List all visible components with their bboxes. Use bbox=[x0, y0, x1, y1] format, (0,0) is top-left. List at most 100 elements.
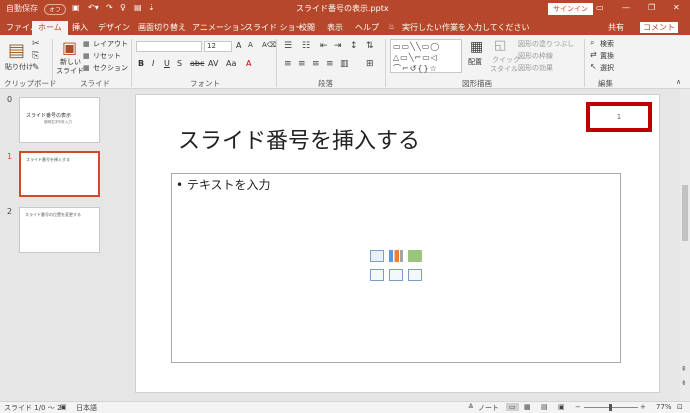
signin-button[interactable]: サインイン bbox=[548, 3, 593, 15]
shadow-icon[interactable]: S bbox=[177, 59, 182, 68]
shape-effects-button[interactable]: 図形の効果 bbox=[518, 63, 553, 73]
share-button[interactable]: 共有 bbox=[608, 22, 624, 33]
tab-animations[interactable]: アニメーション bbox=[192, 22, 248, 33]
columns-icon[interactable]: ▥ bbox=[340, 59, 349, 69]
char-spacing-icon[interactable]: AV bbox=[208, 59, 218, 68]
picture-icon[interactable] bbox=[370, 269, 384, 281]
strikethrough-icon[interactable]: abc bbox=[190, 59, 204, 68]
slide-number-placeholder[interactable]: 1 bbox=[586, 102, 652, 132]
text-direction-icon[interactable]: ⇅ bbox=[366, 41, 374, 51]
table-icon[interactable] bbox=[370, 250, 384, 262]
tab-design[interactable]: デザイン bbox=[98, 22, 130, 33]
bold-icon[interactable]: B bbox=[138, 59, 144, 68]
shrink-font-icon[interactable]: A bbox=[248, 41, 253, 49]
shapes-gallery[interactable]: ▭▭╲╲▭◯ △▭╲⌐▭◁ ⌒⌐↺{}☆ bbox=[390, 39, 462, 73]
tab-slideshow[interactable]: スライド ショー bbox=[245, 22, 304, 33]
next-slide-icon[interactable]: ⇟ bbox=[681, 379, 687, 387]
slide-sorter-icon[interactable]: ▦ bbox=[524, 403, 531, 411]
font-name-input[interactable] bbox=[136, 41, 202, 52]
save-icon[interactable]: ▣ bbox=[72, 3, 80, 12]
arrange-button[interactable]: 配置 bbox=[468, 57, 482, 67]
indent-increase-icon[interactable]: ⇥ bbox=[334, 41, 342, 51]
content-placeholder[interactable]: • テキストを入力 bbox=[171, 173, 621, 363]
zoom-out-icon[interactable]: − bbox=[575, 403, 581, 411]
tab-transitions[interactable]: 画面切り替え bbox=[138, 22, 186, 33]
spellcheck-icon[interactable]: ▣ bbox=[60, 403, 67, 411]
customize-qat-icon[interactable]: ⇣ bbox=[148, 3, 155, 12]
start-icon[interactable]: ▤ bbox=[134, 3, 142, 12]
font-color-icon[interactable]: A bbox=[246, 59, 251, 68]
align-right-icon[interactable]: ≡ bbox=[312, 59, 320, 69]
notes-button[interactable]: ノート bbox=[478, 403, 499, 413]
copy-icon[interactable]: ⎘ bbox=[32, 51, 39, 61]
shape-outline-button[interactable]: 図形の枠線 bbox=[518, 51, 553, 61]
paste-button[interactable]: 貼り付け bbox=[5, 62, 33, 72]
zoom-in-icon[interactable]: + bbox=[640, 403, 646, 411]
ribbon-display-icon[interactable]: ▭ bbox=[596, 3, 604, 12]
tab-help[interactable]: ヘルプ bbox=[355, 22, 379, 33]
cut-icon[interactable]: ✂ bbox=[32, 39, 40, 49]
thumbnail-slide-1[interactable]: スライド番号を挿入する bbox=[19, 151, 100, 197]
thumbnail-slide-0[interactable]: スライド番号の表示 説明文字列を入力 bbox=[19, 97, 100, 143]
close-icon[interactable]: ✕ bbox=[673, 3, 680, 12]
language-status[interactable]: 日本語 bbox=[76, 403, 97, 413]
slide-canvas[interactable]: スライド番号を挿入する 1 • テキストを入力 bbox=[135, 94, 660, 393]
align-center-icon[interactable]: ≡ bbox=[298, 59, 306, 69]
undo-icon[interactable]: ↶▾ bbox=[88, 3, 99, 12]
slide-title[interactable]: スライド番号を挿入する bbox=[178, 123, 420, 155]
clear-format-icon[interactable]: A⌫ bbox=[262, 41, 277, 49]
find-button[interactable]: 検索 bbox=[600, 39, 614, 49]
replace-button[interactable]: 置換 bbox=[600, 51, 614, 61]
video-icon[interactable] bbox=[408, 269, 422, 281]
tab-review[interactable]: 校閲 bbox=[299, 22, 315, 33]
font-size-input[interactable]: 12 bbox=[204, 41, 232, 52]
reset-button[interactable]: リセット bbox=[93, 51, 121, 61]
paste-icon[interactable]: ▤ bbox=[8, 41, 25, 61]
smartart-icon[interactable]: ⊞ bbox=[366, 59, 374, 69]
minimize-icon[interactable]: — bbox=[622, 3, 630, 12]
smartart-insert-icon[interactable] bbox=[408, 250, 422, 262]
new-slide-icon[interactable]: ▣ bbox=[62, 39, 77, 57]
quick-style-label-2[interactable]: スタイル bbox=[490, 64, 518, 74]
autosave-toggle[interactable]: オフ bbox=[44, 4, 67, 15]
format-painter-icon[interactable]: ✎ bbox=[32, 63, 40, 73]
tab-view[interactable]: 表示 bbox=[327, 22, 343, 33]
layout-button[interactable]: レイアウト bbox=[93, 39, 128, 49]
select-button[interactable]: 選択 bbox=[600, 63, 614, 73]
align-left-icon[interactable]: ≡ bbox=[284, 59, 292, 69]
reading-view-icon[interactable]: ▤ bbox=[541, 403, 548, 411]
normal-view-icon[interactable]: ▭ bbox=[506, 403, 519, 411]
zoom-level[interactable]: 77% bbox=[656, 403, 672, 411]
line-spacing-icon[interactable]: ↕ bbox=[350, 41, 358, 51]
numbering-icon[interactable]: ☷ bbox=[302, 41, 310, 51]
redo-icon[interactable]: ↷ bbox=[106, 3, 113, 12]
section-button[interactable]: セクション bbox=[93, 63, 128, 73]
bullets-icon[interactable]: ☰ bbox=[284, 41, 292, 51]
change-case-icon[interactable]: Aa bbox=[226, 59, 236, 68]
underline-icon[interactable]: U bbox=[164, 59, 170, 68]
tab-insert[interactable]: 挿入 bbox=[72, 22, 88, 33]
vertical-scrollbar[interactable]: ⇞ ⇟ bbox=[680, 89, 690, 401]
prev-slide-icon[interactable]: ⇞ bbox=[681, 365, 687, 373]
italic-icon[interactable]: I bbox=[152, 59, 154, 68]
arrange-icon[interactable]: ▦ bbox=[470, 39, 483, 55]
maximize-icon[interactable]: ❐ bbox=[648, 3, 655, 12]
tab-home[interactable]: ホーム bbox=[32, 21, 68, 35]
justify-icon[interactable]: ≡ bbox=[326, 59, 334, 69]
collapse-ribbon-icon[interactable]: ∧ bbox=[676, 77, 681, 87]
search-tell-me[interactable]: 実行したい作業を入力してください bbox=[402, 22, 530, 33]
fit-to-window-icon[interactable]: ⊡ bbox=[677, 403, 683, 411]
quick-style-icon[interactable]: ◱ bbox=[494, 38, 506, 53]
slideshow-view-icon[interactable]: ▣ bbox=[558, 403, 565, 411]
thumbnail-slide-2[interactable]: スライド番号の位置を変更する bbox=[19, 207, 100, 253]
indent-decrease-icon[interactable]: ⇤ bbox=[320, 41, 328, 51]
chart-icon[interactable] bbox=[389, 250, 403, 262]
zoom-slider-thumb[interactable] bbox=[609, 404, 612, 411]
grow-font-icon[interactable]: A bbox=[236, 41, 241, 50]
present-icon[interactable]: ♀ bbox=[120, 3, 126, 12]
comment-button[interactable]: コメント bbox=[640, 22, 678, 33]
online-picture-icon[interactable] bbox=[389, 269, 403, 281]
new-slide-label-2[interactable]: スライド bbox=[56, 66, 84, 76]
shape-fill-button[interactable]: 図形の塗りつぶし bbox=[518, 39, 574, 49]
bullet-text[interactable]: • テキストを入力 bbox=[176, 176, 271, 193]
